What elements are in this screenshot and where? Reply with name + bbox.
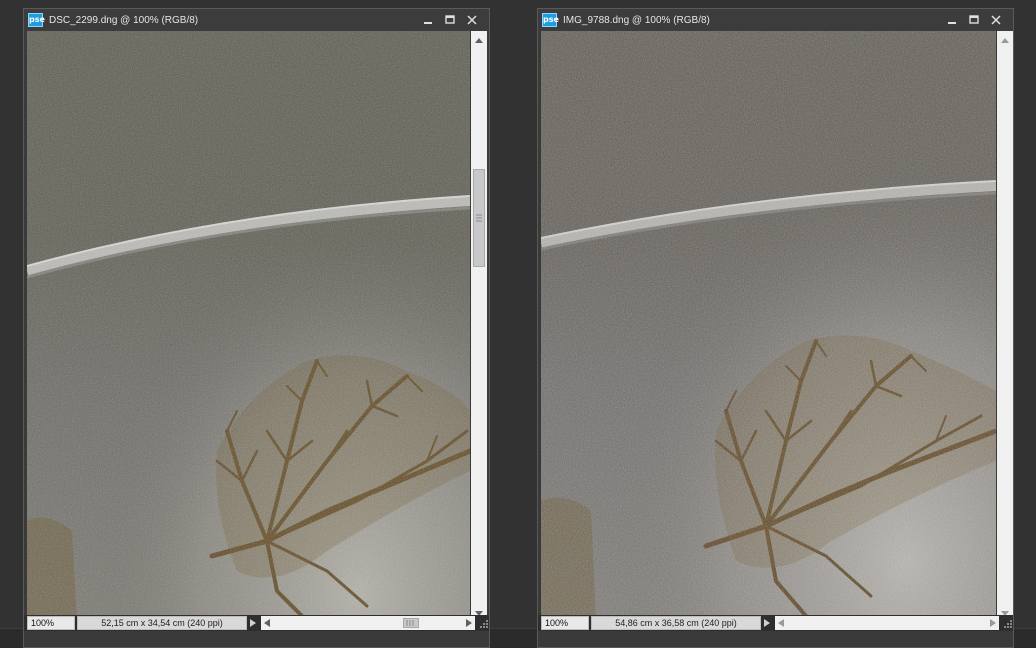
zoom-field[interactable]: 100%: [27, 616, 75, 630]
statusbar-1: 100% 52,15 cm x 34,54 cm (240 ppi): [24, 615, 489, 631]
triangle-right-icon[interactable]: [761, 616, 773, 630]
vertical-scrollbar-1[interactable]: [471, 31, 487, 623]
window-1-title: DSC_2299.dng @ 100% (RGB/8): [49, 14, 199, 26]
horizontal-scrollbar-2[interactable]: [775, 616, 999, 630]
image-canvas-2[interactable]: [541, 31, 996, 621]
photo-img-9788: [541, 31, 996, 621]
app-badge-icon: pse: [542, 13, 559, 27]
triangle-right-icon[interactable]: [247, 616, 259, 630]
window-2-title: IMG_9788.dng @ 100% (RGB/8): [563, 14, 710, 26]
arrow-right-icon[interactable]: [987, 616, 999, 630]
arrow-up-icon[interactable]: [997, 33, 1013, 47]
arrow-up-icon[interactable]: [471, 33, 487, 47]
resize-grip-icon[interactable]: [1001, 616, 1013, 630]
arrow-left-icon[interactable]: [775, 616, 787, 630]
resize-grip-icon[interactable]: [477, 616, 489, 630]
window-1-titlebar[interactable]: pse DSC_2299.dng @ 100% (RGB/8): [24, 9, 489, 31]
window-2-titlebar[interactable]: pse IMG_9788.dng @ 100% (RGB/8): [538, 9, 1013, 31]
document-window-1[interactable]: pse DSC_2299.dng @ 100% (RGB/8) 100% 52,…: [23, 8, 490, 648]
minimize-icon[interactable]: [417, 11, 439, 29]
image-canvas-1[interactable]: [27, 31, 470, 622]
close-icon[interactable]: [985, 11, 1007, 29]
vertical-scroll-thumb-1[interactable]: [473, 169, 485, 267]
document-info: 54,86 cm x 36,58 cm (240 ppi): [591, 616, 761, 630]
arrow-left-icon[interactable]: [261, 616, 273, 630]
arrow-right-icon[interactable]: [463, 616, 475, 630]
horizontal-scrollbar-1[interactable]: [261, 616, 475, 630]
statusbar-2: 100% 54,86 cm x 36,58 cm (240 ppi): [538, 615, 1013, 631]
document-window-2[interactable]: pse IMG_9788.dng @ 100% (RGB/8) 100% 54,…: [537, 8, 1014, 648]
workspace: pse DSC_2299.dng @ 100% (RGB/8) 100% 52,…: [0, 0, 1036, 648]
maximize-icon[interactable]: [439, 11, 461, 29]
maximize-icon[interactable]: [963, 11, 985, 29]
minimize-icon[interactable]: [941, 11, 963, 29]
photo-dsc-2299: [27, 31, 470, 622]
window-2-controls: [941, 11, 1007, 29]
app-badge-icon: pse: [28, 13, 45, 27]
document-info: 52,15 cm x 34,54 cm (240 ppi): [77, 616, 247, 630]
vertical-scrollbar-2[interactable]: [997, 31, 1013, 623]
zoom-field[interactable]: 100%: [541, 616, 589, 630]
horizontal-scroll-thumb-1[interactable]: [403, 618, 419, 628]
window-1-controls: [417, 11, 483, 29]
close-icon[interactable]: [461, 11, 483, 29]
